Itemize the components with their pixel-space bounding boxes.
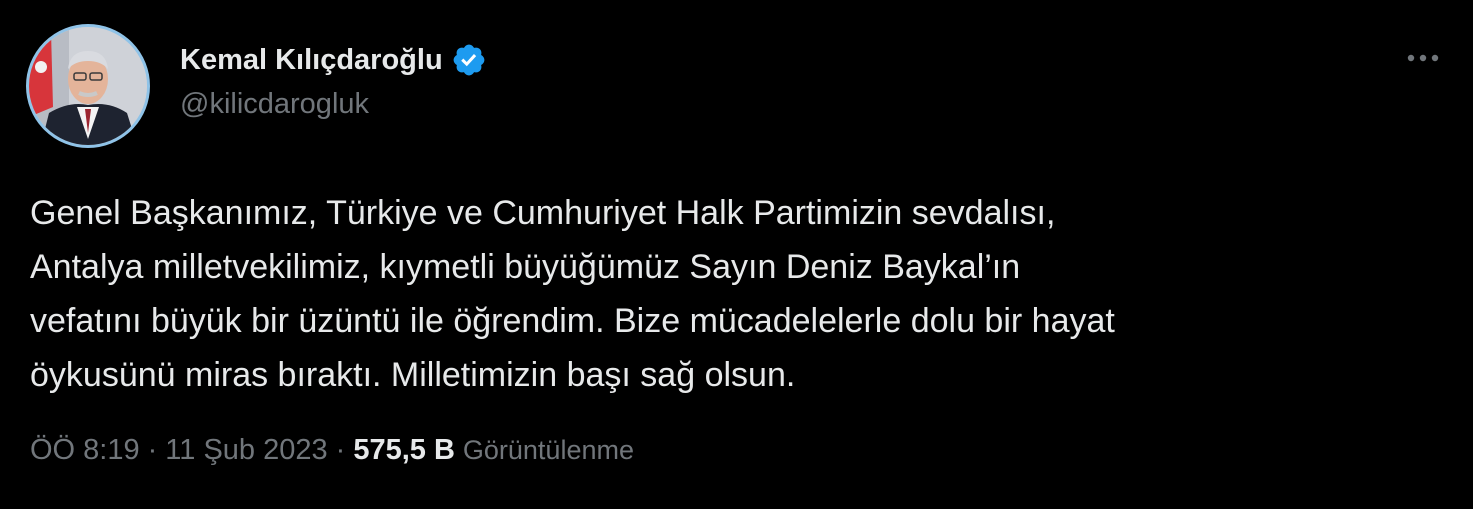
tweet-text-line: öykusünü miras bıraktı. Milletimizin baş… (30, 356, 796, 394)
meta-separator: · (147, 433, 158, 466)
tweet-time[interactable]: ÖÖ 8:19 (30, 434, 140, 467)
tweet: Kemal Kılıçdaroğlu @kilicdarogluk Genel … (0, 0, 1473, 509)
author-handle[interactable]: @kilicdarogluk (180, 88, 369, 121)
more-options-icon[interactable] (1403, 44, 1443, 72)
meta-separator: · (335, 433, 346, 466)
views-label: Görüntülenme (462, 434, 634, 465)
tweet-date[interactable]: 11 Şub 2023 (165, 434, 327, 467)
views-count: 575,5 B (353, 433, 455, 466)
author-name-row: Kemal Kılıçdaroğlu (180, 40, 487, 80)
verified-badge-icon[interactable] (451, 42, 487, 78)
tweet-text-line: Genel Başkanımız, Türkiye ve Cumhuriyet … (30, 194, 1056, 232)
profile-photo (29, 27, 147, 145)
avatar[interactable] (26, 24, 150, 148)
author-display-name[interactable]: Kemal Kılıçdaroğlu (180, 44, 443, 77)
tweet-text: Genel Başkanımız, Türkiye ve Cumhuriyet … (30, 186, 1440, 402)
tweet-text-line: vefatını büyük bir üzüntü ile öğrendim. … (30, 302, 1115, 340)
tweet-meta: ÖÖ 8:19 · 11 Şub 2023 · 575,5 B Görüntül… (30, 428, 634, 472)
tweet-text-line: Antalya milletvekilimiz, kıymetli büyüğü… (30, 248, 1021, 286)
